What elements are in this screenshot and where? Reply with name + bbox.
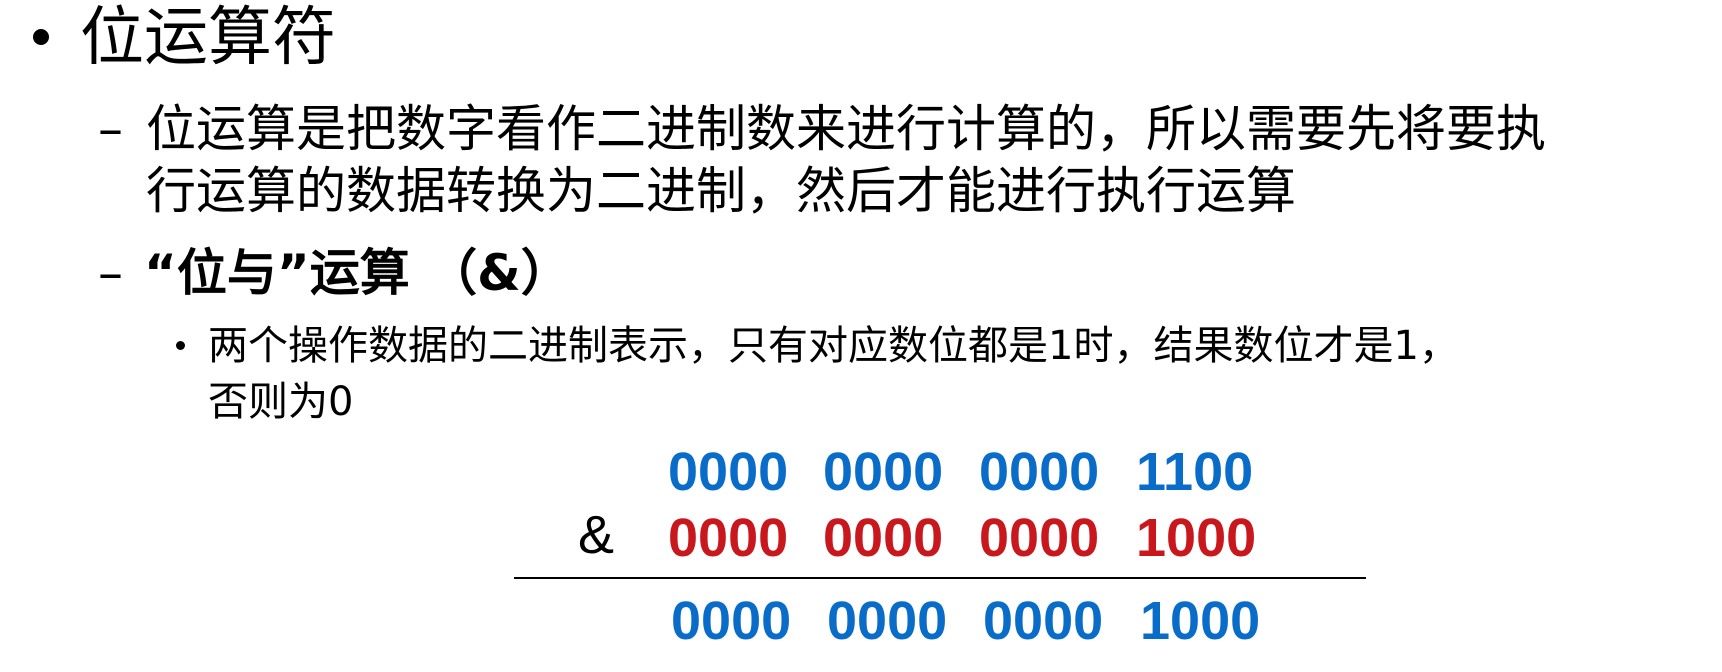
subitem-line1: 两个操作数据的二进制表示，只有对应数位都是1时，结果数位才是1， <box>208 323 1459 369</box>
operand-a-group-2: 0000 <box>823 442 944 502</box>
result-group-1: 0000 <box>671 591 792 651</box>
item1-line2: 行运算的数据转换为二进制，然后才能进行执行运算 <box>146 162 1296 220</box>
operand-a-row: 0000 0000 0000 1100 <box>0 445 1722 501</box>
operand-b-group-1: 0000 <box>668 508 789 568</box>
result-group-2: 0000 <box>827 591 948 651</box>
item1-dash: – <box>98 100 123 158</box>
operand-a-group-4: 1100 <box>1136 442 1254 502</box>
subitem-line2: 否则为0 <box>208 379 354 425</box>
operand-b-group-2: 0000 <box>823 508 944 568</box>
operand-b-row: 0000 0000 0000 1000 <box>0 511 1722 567</box>
sum-divider <box>514 577 1366 579</box>
section-title: 位运算符 <box>80 1 336 75</box>
result-row: 0000 0000 0000 1000 <box>0 594 1722 650</box>
result-group-3: 0000 <box>983 591 1104 651</box>
item1-line1: 位运算是把数字看作二进制数来进行计算的，所以需要先将要执 <box>146 100 1546 158</box>
item2-label: “位与”运算 （&） <box>144 244 571 302</box>
operand-b-group-3: 0000 <box>979 508 1100 568</box>
operand-a-group-1: 0000 <box>668 442 789 502</box>
operand-a-group-3: 0000 <box>979 442 1100 502</box>
operand-b-group-4: 1000 <box>1136 508 1257 568</box>
heading-bullet-icon <box>33 29 49 45</box>
result-group-4: 1000 <box>1140 591 1261 651</box>
item2-dash: – <box>98 244 123 302</box>
subitem-bullet-icon <box>176 341 185 350</box>
